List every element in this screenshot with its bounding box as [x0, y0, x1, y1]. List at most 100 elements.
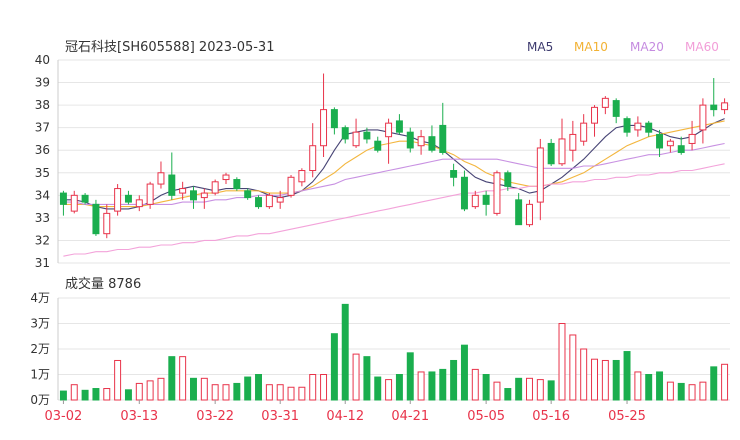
candle	[482, 190, 490, 216]
volume-bar	[265, 384, 273, 401]
chart-title: 冠石科技[SH605588] 2023-05-31	[65, 40, 274, 55]
volume-bar	[417, 371, 425, 401]
volume-bar	[222, 384, 230, 401]
volume-bar	[601, 359, 609, 401]
candle-body	[168, 174, 176, 196]
volume-bar	[558, 323, 566, 401]
candle-body	[200, 192, 208, 199]
chart-canvas: 冠石科技[SH605588] 2023-05-31 MA5 MA10 MA20 MA6…	[30, 40, 730, 424]
volume-bar	[124, 389, 132, 401]
volume-bar	[471, 368, 479, 401]
candle	[59, 190, 67, 216]
candle-body	[135, 199, 143, 208]
candle-body	[526, 203, 533, 226]
candle-body	[59, 192, 67, 205]
volume-bar	[634, 371, 642, 401]
candle-body	[547, 142, 555, 165]
volume-bar	[699, 381, 707, 401]
volume-bar	[688, 384, 696, 401]
volume-bar	[179, 356, 187, 401]
volume-bar	[135, 382, 143, 401]
candle-body	[515, 199, 523, 226]
candle	[114, 184, 122, 216]
candle	[645, 120, 653, 137]
volume-bar	[666, 381, 674, 401]
volume-bar	[70, 384, 78, 401]
candle-body	[482, 194, 490, 205]
candle-body	[450, 170, 458, 178]
candle	[374, 136, 382, 153]
candle-body	[395, 120, 403, 133]
volume-bar	[114, 359, 122, 401]
candle	[612, 98, 620, 124]
candle	[124, 190, 132, 205]
volume-bar	[450, 359, 458, 401]
candle	[460, 170, 468, 212]
volume-bar	[460, 344, 468, 401]
candle-body	[320, 109, 328, 147]
date-axis: 03-02 03-13 03-22 03-31 04-12 04-21 05-05 05-16…	[45, 400, 646, 424]
candle-body	[677, 145, 685, 153]
price-tick-label: 35	[35, 166, 50, 180]
volume-bar	[439, 368, 447, 401]
candle	[168, 152, 176, 200]
volume-bar	[352, 353, 360, 401]
candle-body	[255, 197, 262, 208]
candle	[320, 73, 328, 157]
price-tick-label: 38	[35, 98, 50, 112]
date-tick-label: 03-13	[120, 409, 158, 424]
volume-bar	[255, 374, 262, 401]
candle-body	[103, 212, 111, 235]
volume-bar	[515, 377, 523, 401]
candle-body	[265, 194, 273, 208]
volume-bar	[406, 352, 414, 401]
candle-body	[233, 179, 241, 190]
candle	[688, 120, 696, 151]
date-tick-label: 03-22	[196, 409, 234, 424]
volume-bar	[677, 382, 685, 401]
candle-body	[558, 138, 566, 165]
candle-body	[374, 140, 382, 151]
date-tick-label: 04-21	[391, 409, 429, 424]
volume-bar	[547, 380, 555, 401]
candle	[493, 170, 501, 216]
candle-body	[309, 145, 317, 172]
candle	[395, 114, 403, 135]
price-tick-label: 36	[35, 143, 50, 157]
volume-bar	[363, 356, 371, 401]
candle-body	[591, 106, 598, 124]
candle-body	[645, 122, 653, 133]
candle-body	[222, 174, 230, 181]
date-tick-label: 03-31	[261, 409, 299, 424]
candle	[255, 195, 262, 209]
candle-body	[276, 197, 284, 203]
candle	[526, 199, 533, 227]
volume-bars	[59, 303, 729, 401]
candle	[450, 163, 458, 187]
volume-bar	[395, 374, 403, 401]
volume-bar	[200, 377, 208, 401]
candle-body	[623, 118, 631, 133]
price-tick-label: 40	[35, 53, 50, 67]
candle	[536, 138, 544, 221]
volume-bar	[59, 390, 67, 401]
candle-body	[688, 133, 696, 144]
candle-body	[569, 133, 577, 151]
stock-chart: 冠石科技[SH605588] 2023-05-31 MA5 MA10 MA20 MA6…	[0, 0, 740, 440]
candle	[135, 195, 143, 212]
candle	[233, 177, 241, 191]
volume-bar	[146, 380, 154, 401]
volume-bar	[493, 381, 501, 401]
volume-tick-label: 0万	[30, 393, 50, 407]
volume-bar	[385, 379, 393, 401]
volume-bar	[341, 303, 349, 401]
price-grid	[58, 59, 730, 264]
candle	[569, 120, 577, 162]
volume-axis: 0万 1万 2万 3万 4万	[30, 291, 59, 407]
candle-body	[124, 194, 132, 203]
candle	[699, 98, 707, 144]
volume-bar	[81, 389, 89, 401]
candle-body	[157, 172, 165, 185]
candle	[330, 107, 338, 135]
volume-bar	[287, 386, 295, 401]
